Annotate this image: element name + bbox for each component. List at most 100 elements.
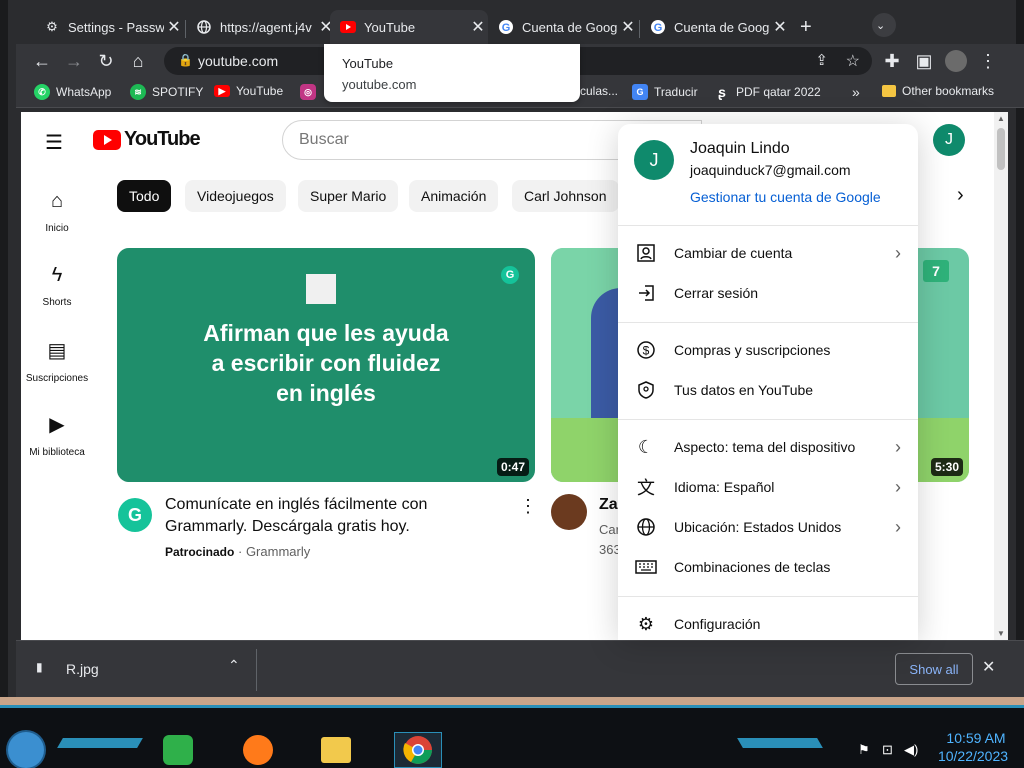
chevron-up-icon[interactable]: ⌃ [228,657,240,674]
browser-menu-icon[interactable]: ⋮ [972,44,1004,78]
bookmark-traducir[interactable]: G Traducir [632,84,698,100]
bookmark-label: Traducir [654,85,698,99]
menu-item-sign-out[interactable]: Cerrar sesión [618,273,918,313]
taskbar-notes-app[interactable] [160,732,196,768]
bookmark-whatsapp[interactable]: ✆ WhatsApp [34,84,111,100]
network-icon[interactable]: ⊡ [882,742,893,758]
menu-item-location[interactable]: Ubicación: Estados Unidos › [618,507,918,547]
scrollbar-thumb[interactable] [997,128,1005,170]
svg-text:$: $ [643,344,650,358]
close-tab-icon[interactable]: ✕ [164,17,184,37]
tab-label: YouTube [364,19,416,35]
keyboard-icon [618,560,674,574]
taskbar-firefox[interactable] [240,732,276,768]
back-button[interactable]: ← [26,44,58,78]
close-tab-icon[interactable]: ✕ [618,17,638,37]
more-options-icon[interactable]: ⋮ [519,496,537,517]
chip-carl-johnson[interactable]: Carl Johnson [512,180,619,212]
menu-item-appearance[interactable]: ☾ Aspecto: tema del dispositivo › [618,427,918,467]
chip-todo[interactable]: Todo [117,180,172,212]
instagram-icon: ◎ [300,84,316,100]
extensions-icon[interactable]: ✚ [876,44,908,78]
translate-icon: 文 [637,478,655,498]
page-scrollbar[interactable]: ▲ ▼ [994,112,1008,640]
close-tab-icon[interactable]: ✕ [770,17,790,37]
menu-item-language[interactable]: 文 Idioma: Español › [618,467,918,507]
tab-google-account-2[interactable]: G Cuenta de Goog ✕ [640,12,790,42]
reload-button[interactable]: ↻ [90,44,122,78]
channel-avatar[interactable] [551,494,587,530]
channel-avatar[interactable]: G [118,498,152,532]
bookmark-spotify[interactable]: ≋ SPOTIFY [130,84,203,100]
profile-avatar[interactable] [940,44,972,78]
chip-videojuegos[interactable]: Videojuegos [185,180,286,212]
svg-text:G: G [502,22,511,34]
forward-button[interactable]: → [58,44,90,78]
bookmark-peliculas[interactable]: culas... [580,84,618,98]
menu-item-your-data[interactable]: Tus datos en YouTube [618,370,918,410]
menu-item-shortcuts[interactable]: Combinaciones de teclas [618,547,918,587]
google-icon: G [498,19,514,35]
close-tab-icon[interactable]: ✕ [468,17,488,37]
chip-super-mario[interactable]: Super Mario [298,180,399,212]
bookmark-youtube[interactable]: ▶ YouTube [214,84,283,98]
sidebar-item-inicio[interactable]: ⌂ Inicio [21,190,93,234]
bookmark-pdf-qatar[interactable]: ʂ PDF qatar 2022 [714,84,821,100]
taskbar-chrome[interactable] [394,732,442,768]
close-downloads-icon[interactable]: ✕ [982,657,995,677]
sidebar-item-label: Mi biblioteca [29,447,85,458]
globe-icon [196,19,212,35]
sidebar-item-label: Inicio [45,223,69,234]
video-thumbnail[interactable]: G Afirman que les ayuda a escribir con f… [117,248,535,482]
hamburger-menu-icon[interactable]: ☰ [45,130,69,155]
sponsored-label: Patrocinado [165,545,235,559]
translate-icon: G [632,84,648,100]
thumbnail-text: Afirman que les ayuda a escribir con flu… [203,320,449,406]
whatsapp-icon: ✆ [34,84,50,100]
start-button[interactable] [8,732,44,768]
switch-account-icon [618,243,674,263]
new-tab-button[interactable]: + [794,12,822,42]
bookmark-label: SPOTIFY [152,85,204,99]
youtube-icon: ▶ [214,85,230,97]
clock-time[interactable]: 10:59 AM [936,730,1016,746]
manage-account-link[interactable]: Gestionar tu cuenta de Google [690,189,881,205]
clock-date[interactable]: 10/22/2023 [930,748,1016,764]
tab-google-account-1[interactable]: G Cuenta de Goog ✕ [488,12,638,42]
share-icon[interactable]: ⇪ [815,51,828,69]
menu-item-switch-account[interactable]: Cambiar de cuenta › [618,233,918,273]
show-all-button[interactable]: Show all [895,653,973,685]
tab-hover-card: YouTube youtube.com [324,44,580,102]
account-email: joaquinduck7@gmail.com [690,162,851,178]
tab-search-button[interactable]: ⌄ [872,13,896,37]
menu-item-settings[interactable]: ⚙ Configuración [618,604,918,640]
tab-youtube[interactable]: YouTube ✕ [330,10,488,44]
video-title[interactable]: Comunícate en inglés fácilmente con Gram… [165,494,485,538]
hover-card-title: YouTube [342,56,394,71]
channel-name[interactable]: Grammarly [246,544,310,559]
flag-icon[interactable]: ⚑ [858,742,870,758]
sidebar-item-shorts[interactable]: ϟ Shorts [21,264,93,308]
taskbar: ⚑ ⊡ ◀) 10:59 AM 10/22/2023 [0,705,1024,768]
more-bookmarks-icon[interactable]: » [852,84,860,100]
menu-item-purchases[interactable]: $ Compras y suscripciones [618,330,918,370]
side-panel-icon[interactable]: ▣ [908,44,940,78]
tab-agent[interactable]: https://agent.j4v ✕ [186,12,336,42]
sidebar-item-suscripciones[interactable]: ▤ Suscripciones [21,338,93,384]
chip-animacion[interactable]: Animación [409,180,499,212]
video-channel: Car [599,522,620,537]
chips-next-icon[interactable]: › [957,184,964,207]
account-avatar-button[interactable]: J [933,124,965,156]
bookmark-other[interactable]: Other bookmarks [882,84,994,98]
taskbar-file-explorer[interactable] [318,732,354,768]
video-title[interactable]: Za [599,494,618,516]
bookmark-star-icon[interactable]: ☆ [846,51,860,71]
sidebar-item-biblioteca[interactable]: ▶ Mi biblioteca [21,412,93,458]
youtube-logo[interactable]: YouTube [93,128,201,151]
home-button[interactable]: ⌂ [122,44,154,78]
bookmark-instagram[interactable]: ◎ [300,84,322,100]
file-icon: ▮ [36,660,43,674]
tab-settings[interactable]: ⚙ Settings - Passw ✕ [34,12,184,42]
download-item[interactable]: ▮ R.jpg ⌃ [36,655,240,683]
volume-icon[interactable]: ◀) [904,742,918,758]
